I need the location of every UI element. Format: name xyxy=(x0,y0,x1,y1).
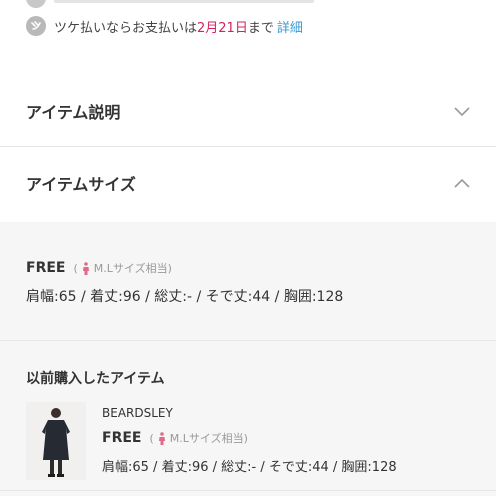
size-equiv-label: M.Lサイズ相当) xyxy=(93,262,172,275)
payment-due-text: ツケ払いならお支払いは2月21日まで 詳細 xyxy=(54,17,303,36)
tsuke-payment-row: ツケ払いならお支払いは2月21日まで 詳細 xyxy=(26,14,303,38)
item-description-title: アイテム説明 xyxy=(26,103,121,122)
person-icon xyxy=(82,261,90,275)
item-size-title: アイテムサイズ xyxy=(26,175,136,194)
item-size-summary: FREE ( M.Lサイズ相当) xyxy=(102,430,248,446)
size-equivalent: ( M.Lサイズ相当) xyxy=(73,260,171,276)
divider xyxy=(0,490,496,491)
previous-purchase-title: 以前購入したアイテム xyxy=(26,371,165,387)
equiv-open-paren: ( xyxy=(73,261,78,275)
payment-text-before: ツケ払いならお支払いは xyxy=(54,20,198,36)
payment-info-area: ツケ払いならお支払いは2月21日まで 詳細 xyxy=(0,0,496,60)
payment-text-after: まで xyxy=(247,20,274,36)
tsuke-payment-icon xyxy=(26,16,46,36)
divider xyxy=(0,146,496,147)
item-size-header[interactable]: アイテムサイズ xyxy=(0,148,496,218)
person-icon xyxy=(158,431,166,445)
item-brand: BEARDSLEY xyxy=(102,406,173,420)
payment-details-link[interactable]: 詳細 xyxy=(277,21,303,36)
item-description-header[interactable]: アイテム説明 xyxy=(0,76,496,146)
payment-icon xyxy=(26,0,46,8)
item-size-equiv-label: M.Lサイズ相当) xyxy=(169,432,248,445)
item-size-label: FREE xyxy=(102,430,142,446)
cut-off-text xyxy=(54,0,314,3)
previous-purchase-item[interactable]: BEARDSLEY FREE ( M.Lサイズ相当) 肩幅:65 / 着丈:96… xyxy=(26,402,470,480)
item-equiv-open-paren: ( xyxy=(149,431,154,445)
divider xyxy=(0,340,496,341)
chevron-up-icon xyxy=(452,173,472,193)
item-measurements: 肩幅:65 / 着丈:96 / 総丈:- / そで丈:44 / 胸囲:128 xyxy=(102,460,397,475)
previous-row-cut-off xyxy=(26,0,314,8)
item-size-equivalent: ( M.Lサイズ相当) xyxy=(149,430,247,446)
size-label: FREE xyxy=(26,260,66,276)
item-size-panel: FREE ( M.Lサイズ相当) 肩幅:65 / 着丈:96 / 総丈:- / … xyxy=(0,222,496,496)
chevron-down-icon xyxy=(452,101,472,121)
payment-due-date: 2月21日 xyxy=(197,20,248,36)
size-measurements: 肩幅:65 / 着丈:96 / 総丈:- / そで丈:44 / 胸囲:128 xyxy=(26,289,344,305)
size-summary: FREE ( M.Lサイズ相当) xyxy=(26,260,172,276)
item-thumbnail xyxy=(26,402,86,480)
